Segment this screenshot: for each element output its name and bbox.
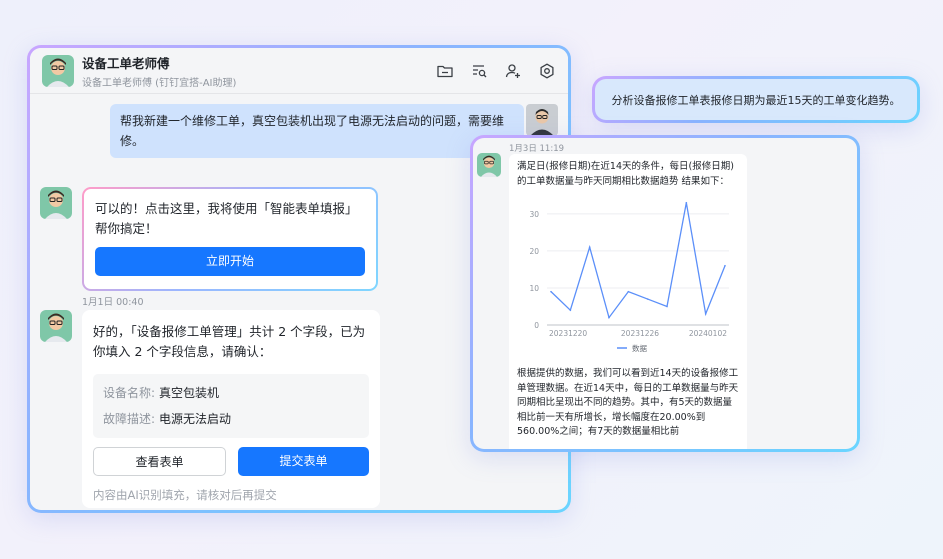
chat-header: 设备工单老师傅 设备工单老师傅 (钉钉宜搭-AI助理)	[30, 48, 568, 94]
folder-icon[interactable]	[436, 62, 454, 80]
search-list-icon[interactable]	[470, 62, 488, 80]
data-point	[569, 309, 572, 311]
data-point	[627, 290, 630, 293]
user-message-bubble: 帮我新建一个维修工单，真空包装机出现了电源无法启动的问题，需要维修。	[110, 104, 524, 158]
y-tick-label: 20	[529, 247, 539, 256]
y-tick-label: 30	[529, 210, 539, 219]
settings-icon[interactable]	[538, 62, 556, 80]
message-timestamp: 1月1日 00:40	[82, 297, 144, 308]
prompt-text: 分析设备报修工单表报修日期为最近15天的工单变化趋势。	[611, 93, 901, 107]
data-point	[646, 298, 649, 300]
trend-line-chart: 0 10 20 30 20231220 20231226 20240102 数据	[529, 201, 729, 353]
form-confirm-card: 好的，「设备报修工单管理」共计 2 个字段，已为你填入 2 个字段信息，请确认：…	[82, 310, 380, 508]
bot-reply-card: 可以的！点击这里，我将使用「智能表单填报」帮你搞定！ 立即开始	[82, 187, 378, 291]
data-point	[550, 290, 552, 293]
x-tick-label: 20240102	[689, 329, 727, 338]
form-fields: 设备名称: 真空包装机 故障描述: 电源无法启动	[93, 374, 369, 438]
start-button[interactable]: 立即开始	[95, 247, 365, 276]
prompt-bubble: 分析设备报修工单表报修日期为最近15天的工单变化趋势。	[592, 76, 920, 123]
legend-label: 数据	[632, 343, 647, 353]
field-row-device-name: 设备名称: 真空包装机	[103, 380, 359, 406]
view-form-button[interactable]: 查看表单	[93, 447, 226, 476]
analysis-card: 满足日(报修日期)在近14天的条件，每日(报修日期)的工单数据量与昨天同期相比数…	[509, 154, 747, 449]
field-row-fault-description: 故障描述: 电源无法启动	[103, 406, 359, 432]
field-value: 电源无法启动	[159, 412, 232, 426]
field-label: 设备名称:	[103, 386, 156, 400]
submit-form-button[interactable]: 提交表单	[238, 447, 369, 476]
chat-subtitle: 设备工单老师傅 (钉钉宜搭-AI助理)	[82, 77, 237, 89]
bot-avatar	[477, 153, 501, 177]
analysis-summary: 根据提供的数据，我们可以看到近14天的设备报修工单管理数据。在近14天中，每日的…	[517, 368, 739, 437]
analysis-window: 1月3日 11:19 满足日(报修日期)在近14天的条件，每日(报修日期)的工单…	[470, 135, 860, 452]
form-confirm-text: 好的，「设备报修工单管理」共计 2 个字段，已为你填入 2 个字段信息，请确认：	[93, 324, 366, 359]
field-label: 故障描述:	[103, 412, 156, 426]
data-point	[685, 201, 688, 204]
bot-avatar	[42, 54, 74, 87]
x-tick-label: 20231220	[549, 329, 587, 338]
bot-avatar	[40, 187, 72, 219]
analysis-intro: 满足日(报修日期)在近14天的条件，每日(报修日期)的工单数据量与昨天同期相比数…	[517, 161, 734, 187]
data-point	[724, 264, 726, 267]
data-point	[704, 313, 707, 315]
data-point	[666, 305, 668, 308]
bot-avatar	[40, 310, 72, 342]
data-point	[588, 246, 591, 248]
field-value: 真空包装机	[159, 386, 220, 400]
bot-reply-text: 可以的！点击这里，我将使用「智能表单填报」帮你搞定！	[95, 201, 358, 236]
chat-title: 设备工单老师傅	[82, 55, 170, 71]
user-avatar	[526, 104, 558, 136]
y-tick-label: 10	[529, 284, 539, 293]
add-user-icon[interactable]	[504, 62, 522, 80]
series-line	[550, 202, 726, 320]
analysis-timestamp: 1月3日 11:19	[509, 144, 565, 154]
x-tick-label: 20231226	[621, 329, 659, 338]
data-point	[608, 316, 610, 319]
ai-disclaimer-note: 内容由AI识别填充，请核对后再提交	[93, 488, 277, 502]
y-tick-label: 0	[534, 321, 539, 330]
